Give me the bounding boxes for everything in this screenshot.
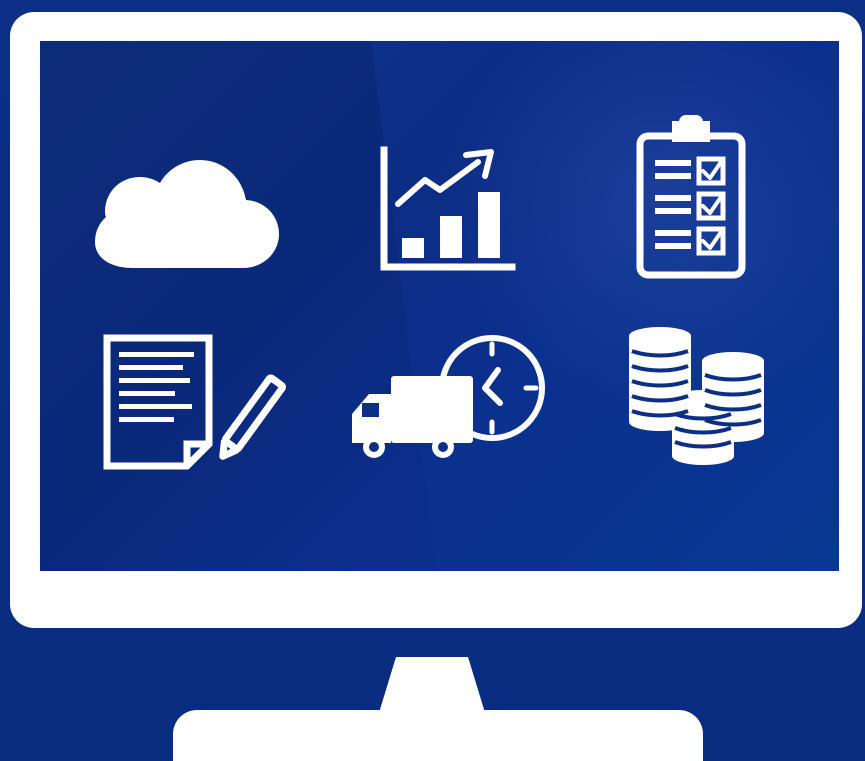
monitor-screen — [40, 41, 839, 571]
document-edit-icon — [103, 334, 288, 470]
monitor-stand-neck — [379, 657, 485, 712]
monitor-stand-base — [173, 710, 703, 761]
cloud-icon — [95, 158, 281, 270]
coins-icon — [628, 326, 766, 468]
checklist-icon — [635, 115, 747, 280]
monitor-illustration — [0, 0, 865, 761]
delivery-timer-icon — [347, 331, 552, 461]
growth-chart-icon — [380, 146, 516, 271]
